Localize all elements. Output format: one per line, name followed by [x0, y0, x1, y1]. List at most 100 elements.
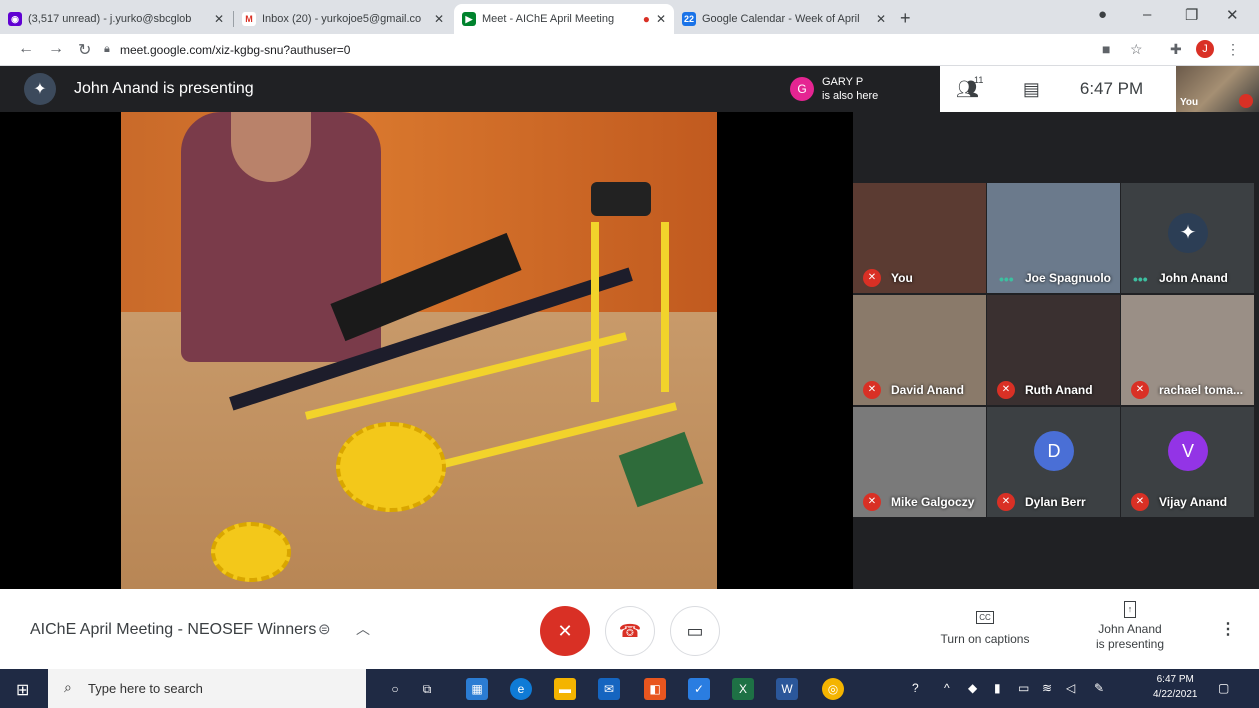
- bookmark-star-icon[interactable]: ☆: [1130, 41, 1143, 58]
- close-tab-icon[interactable]: ✕: [434, 12, 444, 26]
- microphone-icon[interactable]: ▮: [994, 681, 1001, 695]
- todo-icon[interactable]: ✓: [688, 678, 710, 700]
- forward-icon[interactable]: →: [48, 40, 64, 58]
- close-tab-icon[interactable]: ✕: [214, 12, 224, 26]
- meet-area: ✦ John Anand is presenting G GARY P is a…: [0, 66, 1259, 589]
- stage-letterbox-left: [0, 112, 121, 589]
- office-icon[interactable]: ◧: [644, 678, 666, 700]
- also-here-participant[interactable]: G GARY P is also here: [780, 66, 940, 112]
- windows-start-icon[interactable]: ⊞: [16, 680, 29, 700]
- yahoo-favicon-icon: ◉: [8, 12, 22, 26]
- search-icon: ⌕: [64, 679, 72, 695]
- gmail-favicon-icon: M: [242, 12, 256, 26]
- word-icon[interactable]: W: [776, 678, 798, 700]
- presenting-button[interactable]: ↑ John Anand is presenting: [1085, 601, 1175, 652]
- tab-gmail[interactable]: M Inbox (20) - yurkojoe5@gmail.co ✕: [234, 4, 452, 34]
- mic-off-icon: ✕: [557, 620, 573, 641]
- pen-icon[interactable]: ✎: [1094, 681, 1104, 695]
- taskbar-search-box[interactable]: ⌕ Type here to search: [48, 669, 366, 708]
- participant-name: Dylan Berr: [1025, 495, 1086, 509]
- close-window-icon[interactable]: ✕: [1226, 6, 1239, 24]
- new-tab-button[interactable]: +: [900, 8, 911, 29]
- presenter-banner: ✦ John Anand is presenting: [0, 66, 780, 112]
- maximize-icon[interactable]: ❐: [1185, 6, 1198, 24]
- meeting-title: AIChE April Meeting - NEOSEF Winners: [30, 621, 317, 638]
- mail-app-icon[interactable]: ✉: [598, 678, 620, 700]
- browser-tab-bar: ◉ (3,517 unread) - j.yurko@sbcglob ✕ M I…: [0, 0, 1259, 34]
- meeting-details-icon[interactable]: ⊜: [318, 620, 331, 638]
- network-icon[interactable]: ◆: [968, 681, 977, 695]
- participant-tile[interactable]: ✕ Mike Galgoczy: [853, 407, 986, 517]
- leave-call-button[interactable]: ☎: [605, 606, 655, 656]
- presentation-video: [121, 112, 717, 589]
- edge-icon[interactable]: e: [510, 678, 532, 700]
- gear-object: [336, 422, 446, 512]
- participant-tile[interactable]: V ✕ Vijay Anand: [1121, 407, 1254, 517]
- system-clock[interactable]: 6:47 PM 4/22/2021: [1153, 672, 1198, 702]
- participant-avatar: D: [1034, 431, 1074, 471]
- tab-yahoo-mail[interactable]: ◉ (3,517 unread) - j.yurko@sbcglob ✕: [0, 4, 232, 34]
- participant-tile[interactable]: ••• Joe Spagnuolo: [987, 183, 1120, 293]
- tab-title: (3,517 unread) - j.yurko@sbcglob: [28, 13, 192, 25]
- chevron-up-icon[interactable]: ︿: [356, 619, 370, 639]
- people-count: 11: [974, 74, 984, 85]
- battery-icon[interactable]: ▭: [1018, 681, 1029, 695]
- mic-toggle-button[interactable]: ✕: [540, 606, 590, 656]
- tray-expand-icon[interactable]: ^: [944, 681, 950, 695]
- profile-avatar[interactable]: J: [1196, 40, 1214, 58]
- participant-tile[interactable]: ✕ David Anand: [853, 295, 986, 405]
- back-icon[interactable]: ←: [18, 40, 34, 58]
- more-options-icon[interactable]: ⋮: [1220, 619, 1236, 639]
- calendar-app-icon[interactable]: ▦: [466, 678, 488, 700]
- meet-top-controls: 👥︎ 11 ▤ 6:47 PM: [940, 66, 1176, 112]
- participant-tile[interactable]: ✕ rachael toma...: [1121, 295, 1254, 405]
- minimize-icon[interactable]: –: [1143, 6, 1151, 23]
- self-view-thumbnail[interactable]: You: [1176, 66, 1259, 112]
- file-explorer-icon[interactable]: ▬: [554, 678, 576, 700]
- media-control-icon[interactable]: ●: [1098, 6, 1107, 23]
- camera-toggle-button[interactable]: ▭: [670, 606, 720, 656]
- reload-icon[interactable]: ↻: [78, 40, 91, 60]
- excel-icon[interactable]: X: [732, 678, 754, 700]
- participant-tile[interactable]: D ✕ Dylan Berr: [987, 407, 1120, 517]
- people-icon[interactable]: 👥︎ 11: [956, 75, 983, 100]
- close-tab-icon[interactable]: ✕: [656, 12, 666, 26]
- cortana-icon[interactable]: ○: [384, 678, 406, 700]
- tab-google-calendar[interactable]: 22 Google Calendar - Week of April ✕: [674, 4, 894, 34]
- wifi-icon[interactable]: ≋: [1042, 681, 1052, 695]
- participant-name: Vijay Anand: [1159, 495, 1228, 509]
- participant-tile[interactable]: ✕ You: [853, 183, 986, 293]
- tab-google-meet[interactable]: ▶ Meet - AIChE April Meeting ● ✕: [454, 4, 674, 34]
- participant-tile[interactable]: ✦ ••• John Anand: [1121, 183, 1254, 293]
- participant-tile[interactable]: ✕ Ruth Anand: [987, 295, 1120, 405]
- camera-in-use-icon[interactable]: ■: [1102, 41, 1110, 57]
- muted-mic-icon: [1239, 94, 1253, 108]
- present-screen-icon: ↑: [1123, 601, 1137, 618]
- extensions-icon[interactable]: ✚: [1170, 41, 1182, 58]
- help-icon[interactable]: ?: [912, 681, 919, 695]
- close-tab-icon[interactable]: ✕: [876, 12, 886, 26]
- system-date: 4/22/2021: [1153, 689, 1198, 700]
- chat-icon[interactable]: ▤: [1023, 79, 1040, 100]
- captions-button[interactable]: CC Turn on captions: [930, 609, 1040, 646]
- volume-icon[interactable]: ◁: [1066, 681, 1075, 695]
- speaking-indicator-icon: •••: [999, 271, 1014, 287]
- chrome-icon[interactable]: ◎: [822, 678, 844, 700]
- url-field[interactable]: meet.google.com/xiz-kgbg-snu?authuser=0: [120, 43, 350, 57]
- calendar-favicon-icon: 22: [682, 12, 696, 26]
- muted-mic-icon: ✕: [1131, 493, 1149, 511]
- participant-name: Mike Galgoczy: [891, 495, 975, 509]
- participant-name: John Anand: [1159, 271, 1228, 285]
- task-view-icon[interactable]: ⧉: [416, 678, 438, 700]
- speaking-indicator-icon: •••: [1133, 271, 1148, 287]
- muted-mic-icon: ✕: [997, 493, 1015, 511]
- muted-mic-icon: ✕: [1131, 381, 1149, 399]
- browser-menu-icon[interactable]: ⋮: [1226, 41, 1240, 58]
- camera-icon: ▭: [686, 620, 704, 641]
- lock-icon[interactable]: 🔒︎: [104, 43, 110, 56]
- notifications-icon[interactable]: ▢: [1218, 681, 1229, 695]
- search-placeholder: Type here to search: [88, 681, 203, 696]
- participant-name: Joe Spagnuolo: [1025, 271, 1112, 285]
- recording-dot-icon: ●: [642, 12, 650, 26]
- camera-object: [591, 182, 651, 216]
